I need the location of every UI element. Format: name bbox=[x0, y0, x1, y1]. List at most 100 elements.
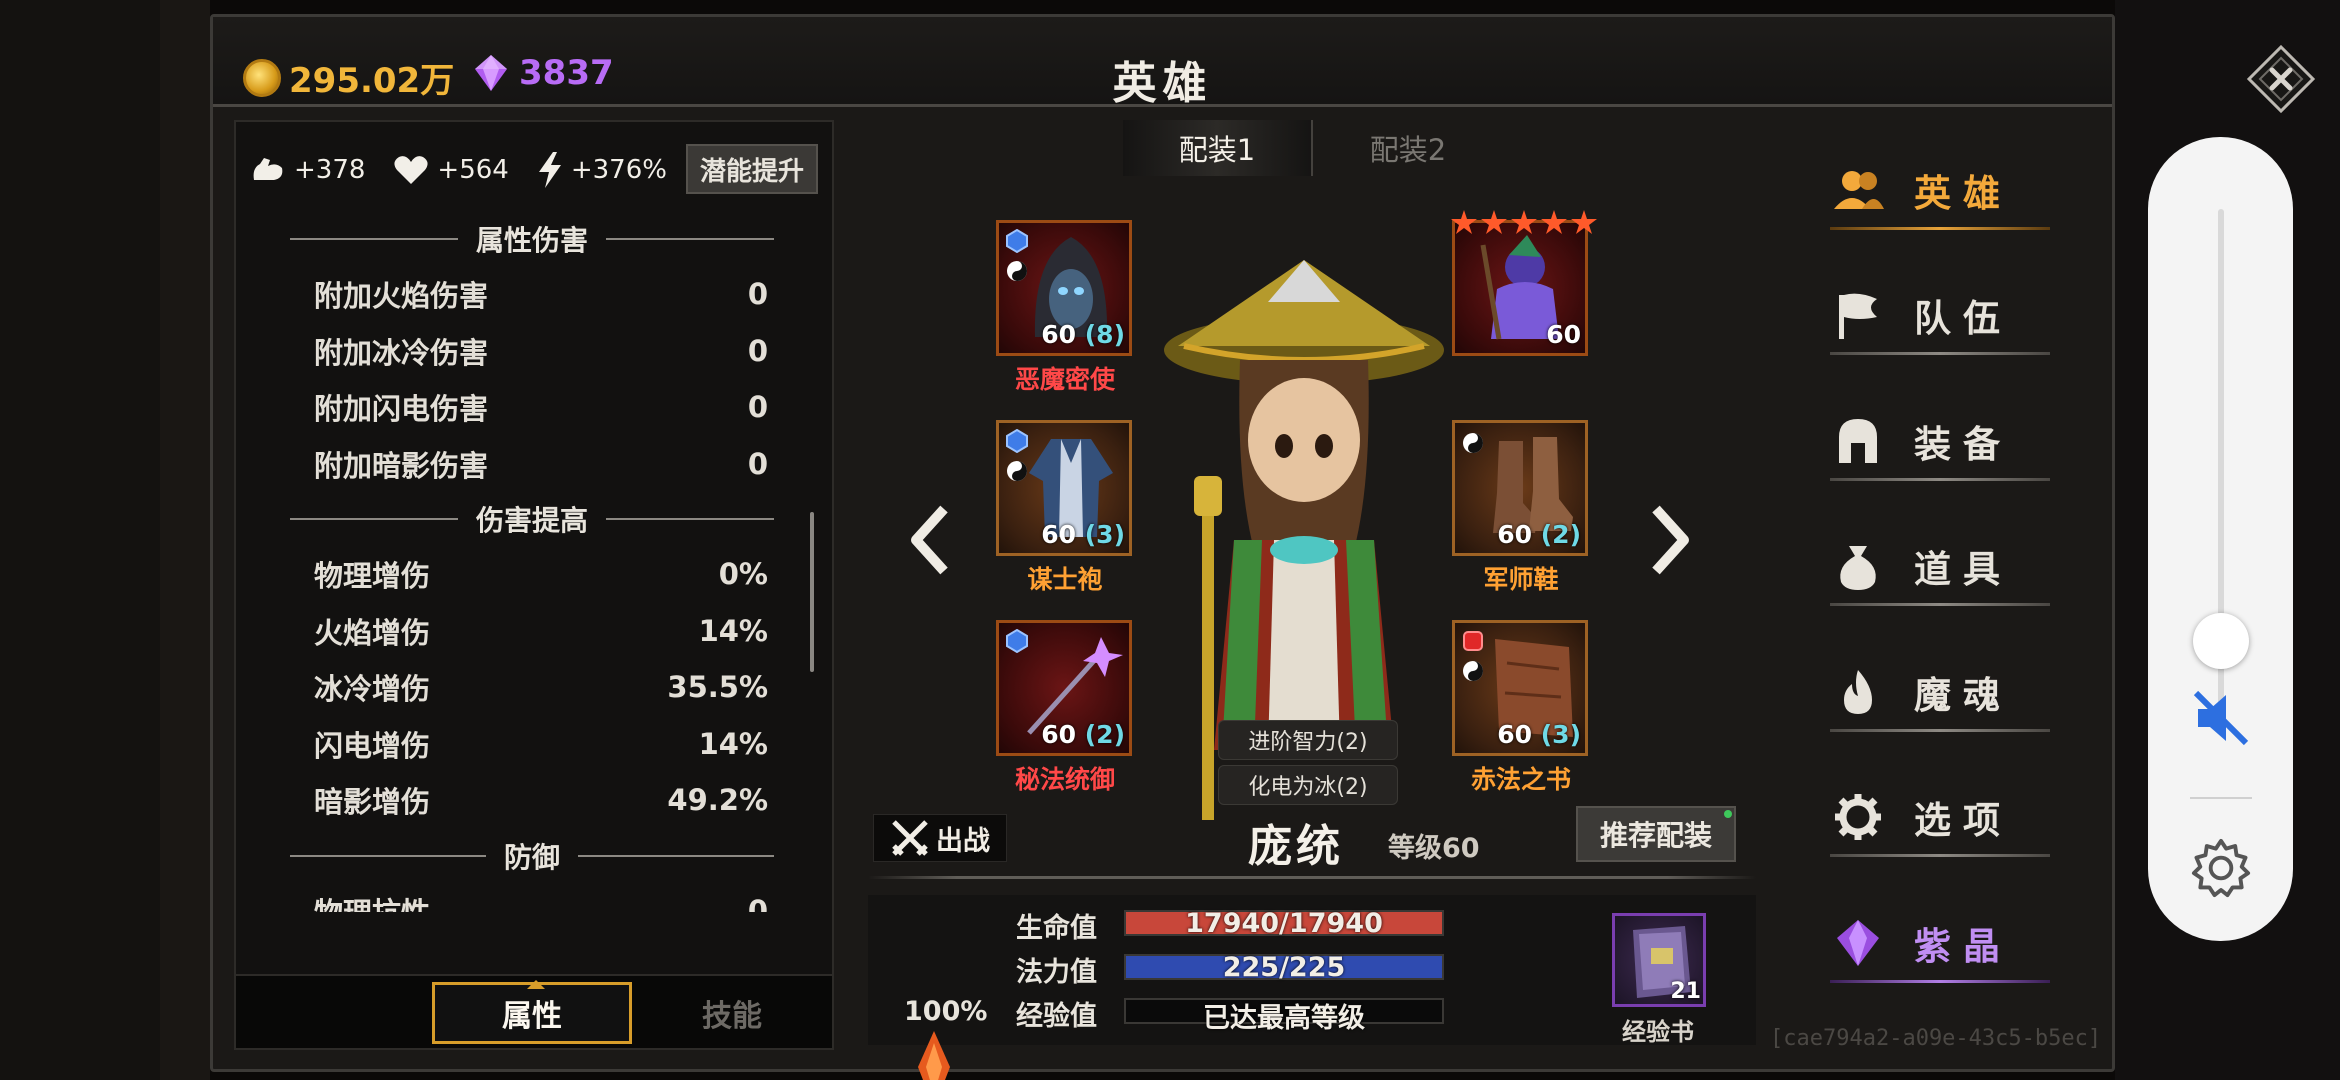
exp-book-item[interactable]: 21 bbox=[1612, 913, 1706, 1007]
set-bonus-tag[interactable]: 化电为冰(2) bbox=[1218, 765, 1398, 805]
item-level: 60 (2) bbox=[1041, 720, 1125, 749]
header: 295.02万 3837 英雄 bbox=[213, 17, 2316, 114]
exp-value: 已达最高等级 bbox=[1203, 1003, 1365, 1034]
settings-gear-icon[interactable] bbox=[2190, 837, 2252, 899]
stat-value: 14% bbox=[698, 613, 768, 648]
item-level: 60 bbox=[1546, 320, 1581, 349]
strength-value: +378 bbox=[294, 155, 366, 185]
potential-boost-button[interactable]: 潜能提升 bbox=[686, 144, 818, 194]
stat-label: 附加冰冷伤害 bbox=[314, 335, 489, 370]
stat-label: 冰冷增伤 bbox=[314, 672, 431, 707]
five-star-rating-icon bbox=[1451, 210, 1597, 234]
energy-stat: +376% bbox=[537, 152, 667, 188]
tab-loadout-2[interactable]: 配装2 bbox=[1313, 120, 1503, 176]
deploy-button[interactable]: 出战 bbox=[873, 814, 1007, 862]
hero-name: 庞统 bbox=[1248, 821, 1344, 872]
stat-value: 0 bbox=[747, 277, 768, 312]
tab-loadout-1[interactable]: 配装1 bbox=[1123, 120, 1313, 176]
stat-row: 暗影增伤 49.2% bbox=[272, 772, 792, 829]
previous-hero-arrow[interactable] bbox=[904, 505, 954, 575]
stat-row: 物理抗性 0 bbox=[272, 883, 792, 912]
item-name-helmet: 恶魔密使 bbox=[1014, 365, 1115, 394]
divider bbox=[868, 876, 1756, 879]
equipment-slot-weapon[interactable]: 60 (2) bbox=[996, 620, 1132, 756]
background-left-edge bbox=[160, 0, 210, 1080]
nav-equipment-label: 装备 bbox=[1914, 423, 2012, 466]
nav-options[interactable]: 选项 bbox=[1830, 777, 2050, 857]
item-level: 60 (3) bbox=[1041, 520, 1125, 549]
bicep-icon bbox=[253, 158, 283, 180]
nav-soul-label: 魔魂 bbox=[1914, 674, 2012, 717]
stat-row: 附加冰冷伤害 0 bbox=[272, 323, 792, 380]
stat-list[interactable]: 属性伤害 附加火焰伤害 0 附加冰冷伤害 0 附加闪电伤害 0 附加暗影伤害 0 伤害提… bbox=[272, 212, 792, 912]
volume-slider-handle[interactable] bbox=[2193, 613, 2249, 669]
yin-yang-icon bbox=[1463, 661, 1483, 681]
lightning-icon bbox=[538, 152, 561, 188]
equipment-slot-helmet[interactable]: 60 (8) bbox=[996, 220, 1132, 356]
stat-list-scrollbar[interactable] bbox=[810, 512, 814, 672]
equipment-slot-boots[interactable]: 60 (2) bbox=[1452, 420, 1588, 556]
mp-label: 法力值 bbox=[1016, 957, 1097, 988]
heart-icon bbox=[394, 156, 428, 184]
background-left bbox=[0, 0, 160, 1080]
stat-row: 冰冷增伤 35.5% bbox=[272, 659, 792, 716]
stat-label: 附加闪电伤害 bbox=[314, 392, 489, 427]
crossed-swords-icon bbox=[892, 820, 928, 856]
power-percent: 100% bbox=[904, 996, 988, 1027]
close-button[interactable] bbox=[2246, 44, 2316, 114]
item-name-weapon: 秘法统御 bbox=[1014, 765, 1115, 794]
bonus-stat-bar: +378 +564 +376% 潜能提升 bbox=[250, 142, 822, 198]
exp-bar: 已达最高等级 bbox=[1124, 998, 1444, 1034]
section-elemental-damage: 属性伤害 bbox=[272, 212, 792, 266]
item-name-armor: 谋士袍 bbox=[1027, 565, 1103, 594]
nav-hero[interactable]: 英雄 bbox=[1830, 150, 2050, 230]
item-level: 60 (8) bbox=[1041, 320, 1125, 349]
health-stat: +564 bbox=[393, 154, 509, 186]
recommended-loadout-button[interactable]: 推荐配装 bbox=[1576, 806, 1736, 862]
set-bonus-tag[interactable]: 进阶智力(2) bbox=[1218, 720, 1398, 760]
stat-label: 物理抗性 bbox=[314, 890, 430, 912]
health-value: +564 bbox=[437, 155, 509, 185]
volume-panel bbox=[2148, 137, 2293, 941]
stat-value: 0 bbox=[747, 893, 768, 912]
nav-hero-label: 英雄 bbox=[1914, 172, 2012, 215]
next-hero-arrow[interactable] bbox=[1646, 505, 1696, 575]
tab-skills[interactable]: 技能 bbox=[632, 982, 832, 1044]
nav-items-label: 道具 bbox=[1914, 548, 2012, 591]
stat-row: 火焰增伤 14% bbox=[272, 603, 792, 660]
stat-label: 附加火焰伤害 bbox=[314, 279, 489, 314]
nav-items[interactable]: 道具 bbox=[1830, 526, 2050, 606]
stat-label: 闪电增伤 bbox=[314, 728, 431, 763]
item-level: 60 (2) bbox=[1497, 520, 1581, 549]
stat-label: 物理增伤 bbox=[314, 559, 431, 594]
money-bag-icon bbox=[1830, 538, 1886, 594]
hero-loadout-panel: 配装1 配装2 60 (8) 恶魔密使 60 (3) 谋士袍 60 (2) 秘法… bbox=[868, 120, 1756, 1080]
stat-value: 49.2% bbox=[667, 783, 768, 818]
equipment-slot-offhand[interactable]: 60 (3) bbox=[1452, 620, 1588, 756]
deploy-label: 出战 bbox=[936, 825, 990, 857]
volume-divider bbox=[2190, 797, 2252, 799]
nav-equipment[interactable]: 装备 bbox=[1830, 401, 2050, 481]
stats-panel: +378 +564 +376% 潜能提升 属性伤害 附加火焰伤害 0 附加冰冷伤害… bbox=[234, 120, 834, 1050]
nav-options-label: 选项 bbox=[1914, 799, 2012, 842]
amethyst-icon bbox=[1830, 915, 1886, 971]
people-icon bbox=[1830, 162, 1886, 218]
stat-row: 附加闪电伤害 0 bbox=[272, 379, 792, 436]
nav-soul[interactable]: 魔魂 bbox=[1830, 652, 2050, 732]
equipment-slot-companion[interactable]: 60 bbox=[1451, 210, 1597, 356]
ruby-gem-icon bbox=[1463, 631, 1483, 651]
stat-label: 火焰增伤 bbox=[314, 615, 431, 650]
equipment-slot-armor[interactable]: 60 (3) bbox=[996, 420, 1132, 556]
stat-value: 0 bbox=[747, 446, 768, 481]
mp-bar: 225/225 bbox=[1124, 952, 1444, 983]
nav-amethyst[interactable]: 紫晶 bbox=[1830, 903, 2050, 983]
hp-bar: 17940/17940 bbox=[1124, 908, 1444, 939]
exp-book-count: 21 bbox=[1670, 979, 1701, 1004]
helmet-icon bbox=[1830, 413, 1886, 469]
item-level: 60 (3) bbox=[1497, 720, 1581, 749]
nav-team[interactable]: 队伍 bbox=[1830, 275, 2050, 355]
mute-icon[interactable] bbox=[2188, 685, 2254, 751]
stat-row: 物理增伤 0% bbox=[272, 546, 792, 603]
stat-row: 闪电增伤 14% bbox=[272, 716, 792, 773]
tab-attributes[interactable]: 属性 bbox=[432, 980, 632, 1044]
